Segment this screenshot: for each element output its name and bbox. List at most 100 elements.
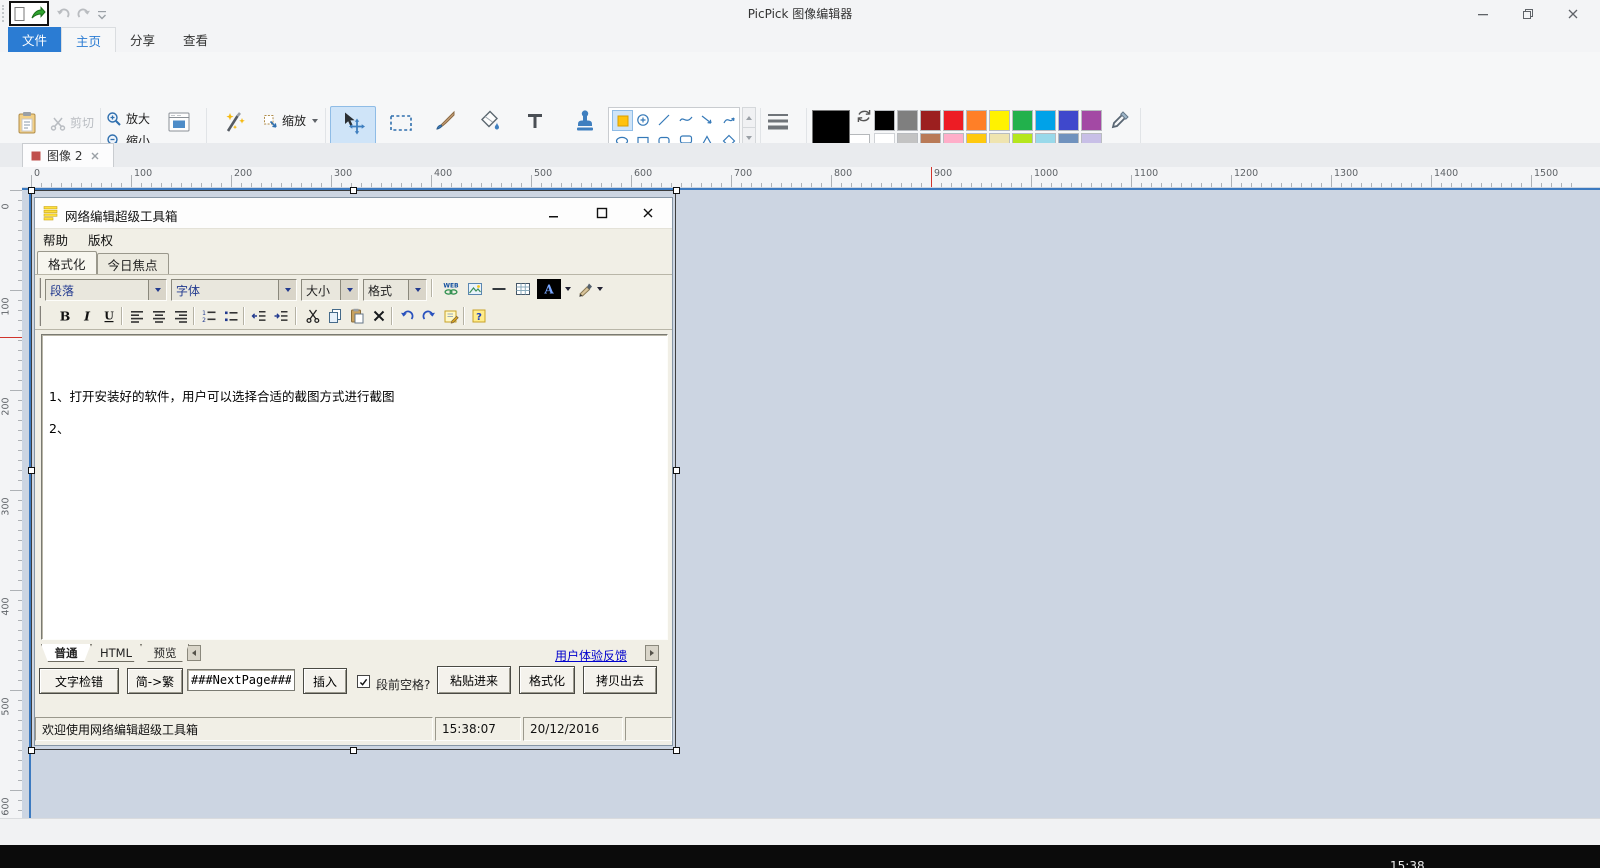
tab-close-icon[interactable]: [90, 151, 100, 161]
combo-段落[interactable]: 段落: [45, 279, 167, 301]
combo-arrow-icon[interactable]: [340, 280, 358, 300]
restore-button[interactable]: [1513, 0, 1543, 27]
scale-button[interactable]: 缩放: [262, 112, 318, 129]
color-swatch[interactable]: [874, 110, 895, 131]
shape-selected-square[interactable]: [612, 110, 633, 131]
align-center-button[interactable]: [149, 306, 169, 326]
pen-caret-icon[interactable]: [597, 287, 603, 291]
combo-arrow-icon[interactable]: [148, 280, 166, 300]
font-color-caret-icon[interactable]: [565, 287, 571, 291]
color-swatch[interactable]: [1058, 110, 1079, 131]
undo-button[interactable]: [397, 306, 417, 326]
svg-text:I: I: [83, 309, 91, 324]
color-swatch[interactable]: [897, 110, 918, 131]
selection-handle[interactable]: [350, 747, 357, 754]
image-button[interactable]: [465, 279, 485, 299]
view-tabs-scroll-left-button[interactable]: [187, 645, 201, 661]
size-icon[interactable]: [766, 110, 790, 134]
color-swatch[interactable]: [1081, 110, 1102, 131]
cut-button[interactable]: 剪切: [50, 114, 94, 131]
color-swatch[interactable]: [920, 110, 941, 131]
simplified-to-traditional-button[interactable]: 简->繁: [127, 668, 183, 694]
tab-分享[interactable]: 分享: [116, 27, 169, 52]
tab-文件[interactable]: 文件: [8, 27, 61, 52]
shape-s-arrow[interactable]: [719, 110, 738, 129]
color-swatch[interactable]: [989, 110, 1010, 131]
canvas[interactable]: 网络编辑超级工具箱 帮助 版权 格式化今日焦点 A: [22, 187, 1600, 818]
view-tab-预览[interactable]: 预览: [141, 644, 189, 662]
selection-handle[interactable]: [673, 187, 680, 194]
note-button[interactable]: [441, 306, 461, 326]
selection-handle[interactable]: [673, 467, 680, 474]
paste-in-button[interactable]: 粘贴进来: [437, 666, 511, 694]
color-swatch[interactable]: [966, 110, 987, 131]
eyedropper-icon[interactable]: [1110, 110, 1130, 130]
feedback-link[interactable]: 用户体验反馈: [555, 647, 627, 664]
selection-handle[interactable]: [350, 187, 357, 194]
editor-minimize-button[interactable]: [543, 203, 565, 223]
view-tab-普通[interactable]: 普通: [41, 644, 91, 662]
bold-button[interactable]: B: [55, 306, 75, 326]
italic-button[interactable]: I: [77, 306, 97, 326]
help-button[interactable]: ?: [469, 306, 489, 326]
underline-button[interactable]: U: [99, 306, 119, 326]
editor-titlebar[interactable]: 网络编辑超级工具箱: [35, 198, 672, 229]
align-right-button[interactable]: [171, 306, 191, 326]
outdent-button[interactable]: [249, 306, 269, 326]
view-tab-HTML[interactable]: HTML: [91, 644, 141, 662]
tab-查看[interactable]: 查看: [169, 27, 222, 52]
cut-button[interactable]: [303, 306, 323, 326]
combo-大小[interactable]: 大小: [301, 279, 359, 301]
combo-arrow-icon[interactable]: [278, 280, 296, 300]
hr-button[interactable]: [489, 279, 509, 299]
insert-button[interactable]: 插入: [303, 668, 347, 694]
selection-handle[interactable]: [28, 747, 35, 754]
tab-主页[interactable]: 主页: [61, 27, 116, 53]
next-page-input[interactable]: [187, 669, 295, 691]
editor-maximize-button[interactable]: [591, 203, 613, 223]
color-swatch[interactable]: [943, 110, 964, 131]
color-swatch[interactable]: [1035, 110, 1056, 131]
text-check-button[interactable]: 文字检错: [39, 668, 119, 694]
shape-circle-plus[interactable]: [633, 110, 652, 129]
pen-button[interactable]: [575, 279, 595, 299]
shape-curve[interactable]: [676, 110, 695, 129]
copy-out-button[interactable]: 拷贝出去: [583, 666, 657, 694]
windows-taskbar[interactable]: 15:38: [0, 845, 1600, 868]
view-tabs-scroll-right-button[interactable]: [645, 645, 659, 661]
document-tab[interactable]: 图像 2: [22, 143, 114, 167]
editor-tab-今日焦点[interactable]: 今日焦点: [97, 253, 169, 275]
web-button[interactable]: WEB: [441, 279, 461, 299]
format-button[interactable]: 格式化: [519, 666, 575, 694]
table-button[interactable]: [513, 279, 533, 299]
selection-handle[interactable]: [673, 747, 680, 754]
menu-copyright[interactable]: 版权: [84, 230, 117, 249]
selection-handle[interactable]: [28, 187, 35, 194]
selection-handle[interactable]: [28, 467, 35, 474]
minimize-button[interactable]: [1468, 0, 1498, 27]
paste-button[interactable]: [347, 306, 367, 326]
close-button[interactable]: [1558, 0, 1588, 27]
redo-button[interactable]: [419, 306, 439, 326]
delete-button[interactable]: [369, 306, 389, 326]
shape-line[interactable]: [655, 110, 674, 129]
leading-space-checkbox[interactable]: [357, 675, 370, 688]
zoom-in-button[interactable]: 放大: [106, 110, 150, 127]
numbered-list-button[interactable]: 12: [199, 306, 219, 326]
menu-help[interactable]: 帮助: [39, 230, 72, 249]
combo-arrow-icon[interactable]: [408, 280, 426, 300]
swap-colors-icon[interactable]: [856, 108, 872, 124]
editor-textarea[interactable]: [41, 334, 668, 640]
copy-button[interactable]: [325, 306, 345, 326]
align-left-button[interactable]: [127, 306, 147, 326]
indent-button[interactable]: [271, 306, 291, 326]
combo-字体[interactable]: 字体: [171, 279, 297, 301]
shape-arrow[interactable]: [698, 110, 717, 129]
shapes-scroll-up-button[interactable]: [742, 107, 756, 128]
color-swatch[interactable]: [1012, 110, 1033, 131]
editor-tab-格式化[interactable]: 格式化: [37, 251, 97, 275]
font-color-button[interactable]: A: [537, 279, 561, 299]
bullet-list-button[interactable]: [221, 306, 241, 326]
editor-close-button[interactable]: [637, 203, 659, 223]
combo-格式[interactable]: 格式: [363, 279, 427, 301]
